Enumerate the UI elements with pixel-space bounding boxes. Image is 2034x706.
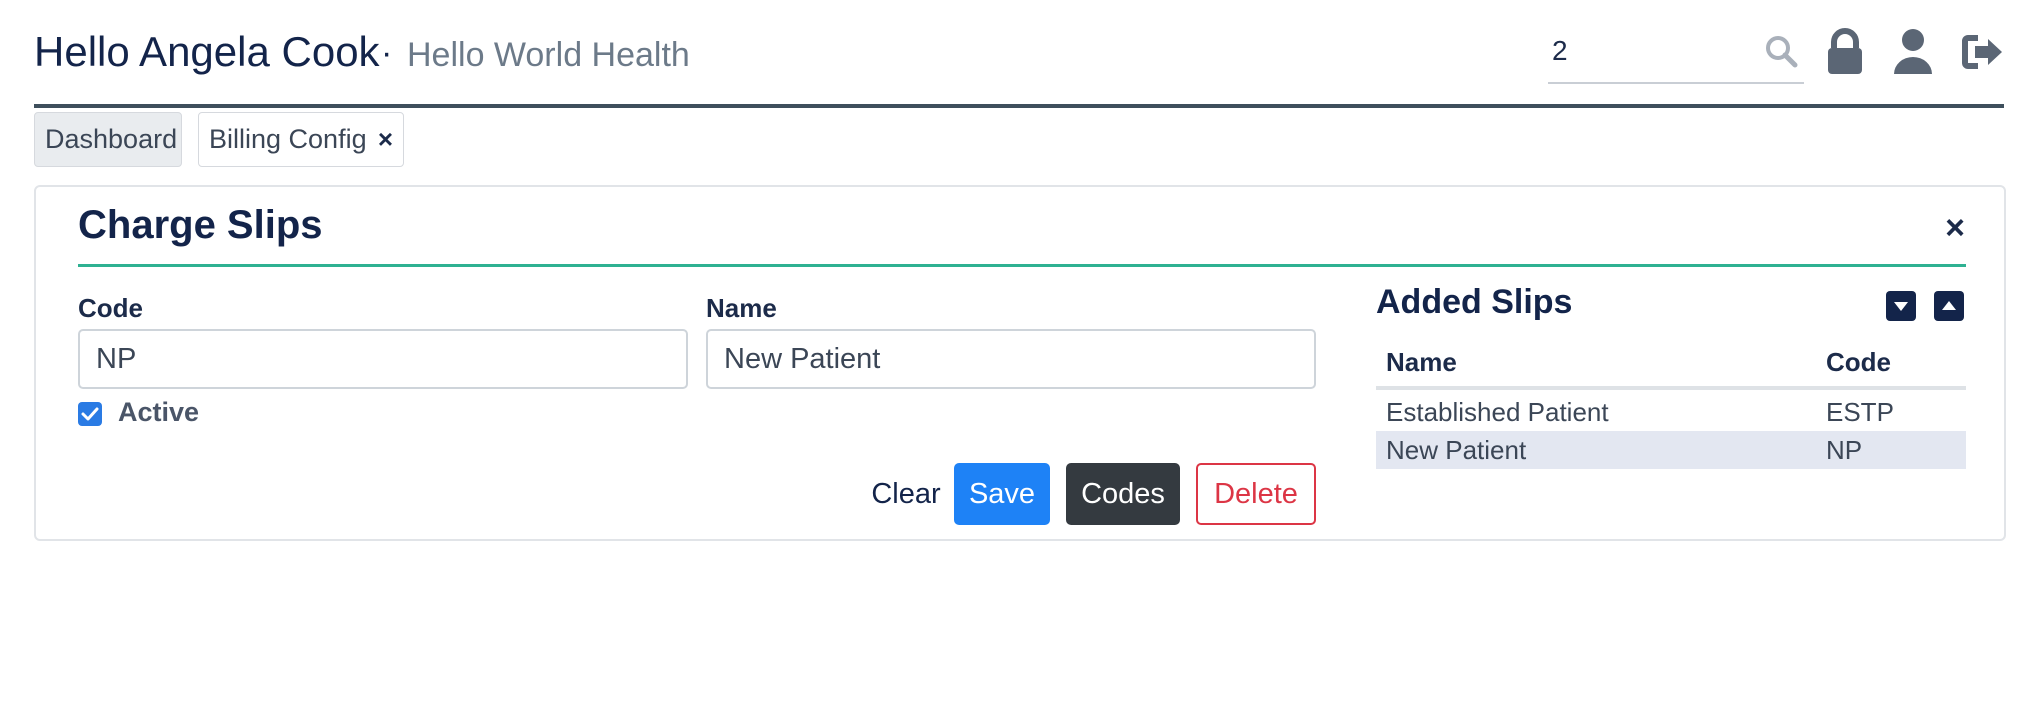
sign-out-icon[interactable] xyxy=(1962,28,2004,76)
organization-name: Hello World Health xyxy=(407,36,690,74)
close-icon[interactable]: × xyxy=(378,113,393,166)
search-icon[interactable] xyxy=(1764,34,1798,68)
expand-button[interactable] xyxy=(1934,291,1964,321)
top-header: Hello Angela Cook · Hello World Health xyxy=(34,0,2004,108)
search-input[interactable] xyxy=(1548,34,1746,68)
tab-label: Billing Config xyxy=(209,124,367,154)
active-checkbox[interactable] xyxy=(78,402,102,426)
row-code: NP xyxy=(1826,435,1863,465)
table-row-selected[interactable]: New Patient NP xyxy=(1376,431,1966,469)
active-label: Active xyxy=(118,397,200,427)
user-greeting: Hello Angela Cook xyxy=(34,28,380,75)
code-field[interactable] xyxy=(78,329,688,389)
row-name: Established Patient xyxy=(1386,397,1609,427)
panel-title: Charge Slips xyxy=(78,203,323,247)
row-code: ESTP xyxy=(1826,397,1894,427)
codes-button[interactable]: Codes xyxy=(1066,463,1180,525)
caret-up-icon xyxy=(1942,301,1956,310)
save-button[interactable]: Save xyxy=(954,463,1050,525)
caret-down-icon xyxy=(1894,302,1908,311)
lock-icon[interactable] xyxy=(1824,28,1866,76)
search-box xyxy=(1548,20,1804,84)
added-slips-title: Added Slips xyxy=(1376,283,1573,321)
clear-button[interactable]: Clear xyxy=(866,463,946,525)
header-divider xyxy=(1376,386,1966,390)
table-row[interactable]: Established Patient ESTP xyxy=(1376,393,1966,431)
tab-billing-config[interactable]: Billing Config × xyxy=(198,112,404,167)
column-header-name: Name xyxy=(1386,347,1457,377)
close-icon[interactable]: × xyxy=(1938,211,1972,245)
collapse-button[interactable] xyxy=(1886,291,1916,321)
charge-slips-panel: Charge Slips × Code Name Active Clear Sa… xyxy=(34,185,2006,541)
tab-dashboard[interactable]: Dashboard xyxy=(34,112,182,167)
column-header-code: Code xyxy=(1826,347,1891,377)
title-divider xyxy=(78,264,1966,267)
name-field[interactable] xyxy=(706,329,1316,389)
user-icon[interactable] xyxy=(1892,28,1934,76)
code-label: Code xyxy=(78,293,143,323)
separator-dot: · xyxy=(381,34,393,72)
check-icon xyxy=(81,407,99,421)
name-label: Name xyxy=(706,293,777,323)
tab-label: Dashboard xyxy=(45,124,178,154)
row-name: New Patient xyxy=(1386,435,1527,465)
delete-button[interactable]: Delete xyxy=(1196,463,1316,525)
